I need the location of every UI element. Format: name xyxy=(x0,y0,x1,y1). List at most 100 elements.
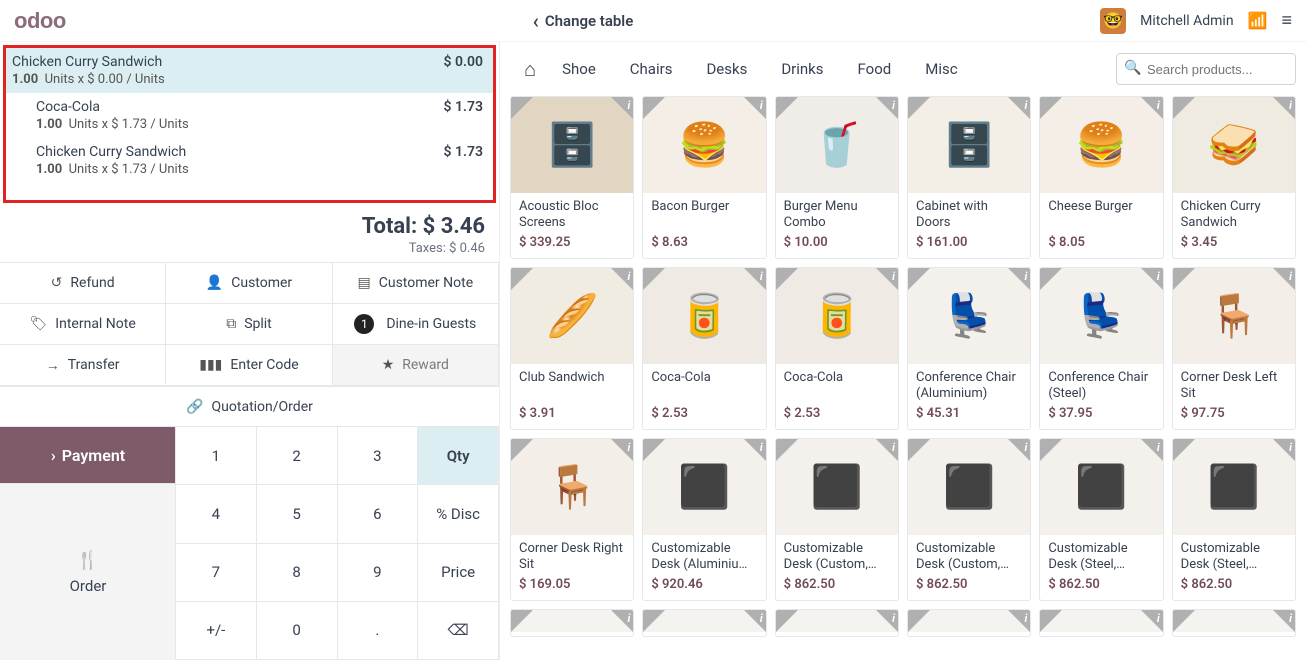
product-card[interactable]: i🍔Cheese Burger$ 8.05 xyxy=(1039,96,1163,259)
product-name: Customizable Desk (Steel,… xyxy=(1048,541,1154,575)
numpad-key-9[interactable]: 9 xyxy=(337,543,419,602)
taxes-value: $ 0.46 xyxy=(449,241,485,256)
numpad-key-2[interactable]: 2 xyxy=(256,426,338,485)
change-table-label: Change table xyxy=(545,12,633,30)
product-card[interactable]: i⬛Customizable Desk (Steel,…$ 862.50 xyxy=(1172,438,1296,601)
customer-note-button[interactable]: ▤Customer Note xyxy=(332,262,499,304)
numpad-key-6[interactable]: 6 xyxy=(337,484,419,543)
product-card[interactable]: i⬛Customizable Desk (Custom,…$ 862.50 xyxy=(907,438,1031,601)
transfer-button[interactable]: →Transfer xyxy=(0,344,166,386)
info-icon: i xyxy=(892,270,895,283)
product-name: Cheese Burger xyxy=(1048,199,1154,233)
product-thumb: 🥖 xyxy=(546,292,598,341)
info-icon: i xyxy=(760,99,763,112)
numpad-key-Disc[interactable]: % Disc xyxy=(417,484,499,543)
product-card[interactable]: i🥤Burger Menu Combo$ 10.00 xyxy=(775,96,899,259)
product-card[interactable]: i💺Conference Chair (Aluminium)$ 45.31 xyxy=(907,267,1031,430)
order-button[interactable]: 🍴 Order xyxy=(0,483,176,660)
product-thumb: 🥤 xyxy=(811,121,863,170)
username[interactable]: Mitchell Admin xyxy=(1140,13,1233,29)
product-thumb: ⬛ xyxy=(943,463,995,512)
product-name: Acoustic Bloc Screens xyxy=(519,199,625,233)
product-card[interactable]: i🥫Coca-Cola$ 2.53 xyxy=(775,267,899,430)
product-price: $ 10.00 xyxy=(784,235,890,250)
refund-button[interactable]: ↺Refund xyxy=(0,262,166,304)
category-chairs[interactable]: Chairs xyxy=(630,60,673,78)
numpad-key-Qty[interactable]: Qty xyxy=(417,426,499,485)
avatar[interactable]: 🤓 xyxy=(1100,8,1126,34)
cutlery-icon: 🍴 xyxy=(77,550,99,571)
customer-button[interactable]: 👤Customer xyxy=(165,262,332,304)
product-card[interactable]: i🍔Bacon Burger$ 8.63 xyxy=(642,96,766,259)
order-lines-box: Chicken Curry Sandwich$ 0.001.00 Units x… xyxy=(3,45,496,203)
product-card[interactable]: i💺Conference Chair (Steel)$ 37.95 xyxy=(1039,267,1163,430)
order-line[interactable]: Chicken Curry Sandwich$ 0.001.00 Units x… xyxy=(6,48,493,93)
numpad-key-3[interactable]: 3 xyxy=(337,426,419,485)
guests-count-badge: 1 xyxy=(354,314,374,334)
search-icon: 🔍 xyxy=(1124,60,1141,76)
numpad-key-[interactable]: +/- xyxy=(175,601,257,660)
product-card[interactable]: i🪑Corner Desk Right Sit$ 169.05 xyxy=(510,438,634,601)
product-card[interactable]: i🗄️Acoustic Bloc Screens$ 339.25 xyxy=(510,96,634,259)
numpad-key-7[interactable]: 7 xyxy=(175,543,257,602)
product-card[interactable]: i xyxy=(775,609,899,637)
guests-button[interactable]: 1Dine-in Guests xyxy=(332,303,499,345)
product-card[interactable]: i🗄️Cabinet with Doors$ 161.00 xyxy=(907,96,1031,259)
split-button[interactable]: ⧉Split xyxy=(165,303,332,345)
brand-logo: odoo xyxy=(14,8,66,34)
product-card[interactable]: i xyxy=(642,609,766,637)
product-card[interactable]: i⬛Customizable Desk (Steel,…$ 862.50 xyxy=(1039,438,1163,601)
numpad-key-8[interactable]: 8 xyxy=(256,543,338,602)
numpad-key-[interactable]: . xyxy=(337,601,419,660)
order-line-name: Coca-Cola xyxy=(36,99,100,115)
internal-note-button[interactable]: 🏷Internal Note xyxy=(0,303,166,345)
info-icon: i xyxy=(760,270,763,283)
barcode-icon: ▮▮▮ xyxy=(199,357,222,373)
category-misc[interactable]: Misc xyxy=(925,60,957,78)
enter-code-button[interactable]: ▮▮▮Enter Code xyxy=(165,344,332,386)
numpad-key-0[interactable]: 0 xyxy=(256,601,338,660)
totals: Total: $ 3.46 Taxes: $ 0.46 xyxy=(0,206,499,262)
product-card[interactable]: i xyxy=(1172,609,1296,637)
product-card[interactable]: i⬛Customizable Desk (Aluminiu…$ 920.46 xyxy=(642,438,766,601)
reward-button[interactable]: ★Reward xyxy=(332,344,499,386)
product-card[interactable]: i🥪Chicken Curry Sandwich$ 3.45 xyxy=(1172,96,1296,259)
product-name: Conference Chair (Steel) xyxy=(1048,370,1154,404)
order-line[interactable]: Coca-Cola$ 1.731.00 Units x $ 1.73 / Uni… xyxy=(6,93,493,138)
category-shoe[interactable]: Shoe xyxy=(562,60,596,78)
numpad-key-1[interactable]: 1 xyxy=(175,426,257,485)
product-name: Club Sandwich xyxy=(519,370,625,404)
product-card[interactable]: i xyxy=(907,609,1031,637)
numpad-key-[interactable]: ⌫ xyxy=(417,601,499,660)
category-food[interactable]: Food xyxy=(858,60,892,78)
user-area: 🤓 Mitchell Admin 📶 ≡ xyxy=(1100,8,1292,34)
product-search[interactable]: 🔍 xyxy=(1116,53,1296,85)
info-icon: i xyxy=(1025,99,1028,112)
product-price: $ 2.53 xyxy=(651,406,757,421)
numpad-key-Price[interactable]: Price xyxy=(417,543,499,602)
hamburger-icon[interactable]: ≡ xyxy=(1281,10,1292,31)
order-line[interactable]: Chicken Curry Sandwich$ 1.731.00 Units x… xyxy=(6,138,493,183)
numpad-key-4[interactable]: 4 xyxy=(175,484,257,543)
category-desks[interactable]: Desks xyxy=(706,60,747,78)
total-value: $ 3.46 xyxy=(423,214,485,239)
quotation-order-button[interactable]: 🔗 Quotation/Order xyxy=(0,386,499,426)
product-price: $ 339.25 xyxy=(519,235,625,250)
product-card[interactable]: i🪑Corner Desk Left Sit$ 97.75 xyxy=(1172,267,1296,430)
numpad: 123Qty 456% Disc 789Price +/-0.⌫ xyxy=(176,427,499,660)
product-card[interactable]: i⬛Customizable Desk (Custom,…$ 862.50 xyxy=(775,438,899,601)
order-line-name: Chicken Curry Sandwich xyxy=(36,144,186,160)
category-drinks[interactable]: Drinks xyxy=(781,60,823,78)
product-thumb: ⬛ xyxy=(1075,463,1127,512)
home-icon[interactable]: ⌂ xyxy=(510,57,550,82)
product-card[interactable]: i🥖Club Sandwich$ 3.91 xyxy=(510,267,634,430)
change-table-button[interactable]: ‹ Change table xyxy=(66,11,1100,31)
info-icon: i xyxy=(1289,99,1292,112)
payment-button[interactable]: › Payment xyxy=(0,427,176,483)
product-price: $ 169.05 xyxy=(519,577,625,592)
search-input[interactable] xyxy=(1116,53,1296,85)
numpad-key-5[interactable]: 5 xyxy=(256,484,338,543)
product-card[interactable]: i xyxy=(1039,609,1163,637)
product-card[interactable]: i🥫Coca-Cola$ 2.53 xyxy=(642,267,766,430)
product-card[interactable]: i xyxy=(510,609,634,637)
